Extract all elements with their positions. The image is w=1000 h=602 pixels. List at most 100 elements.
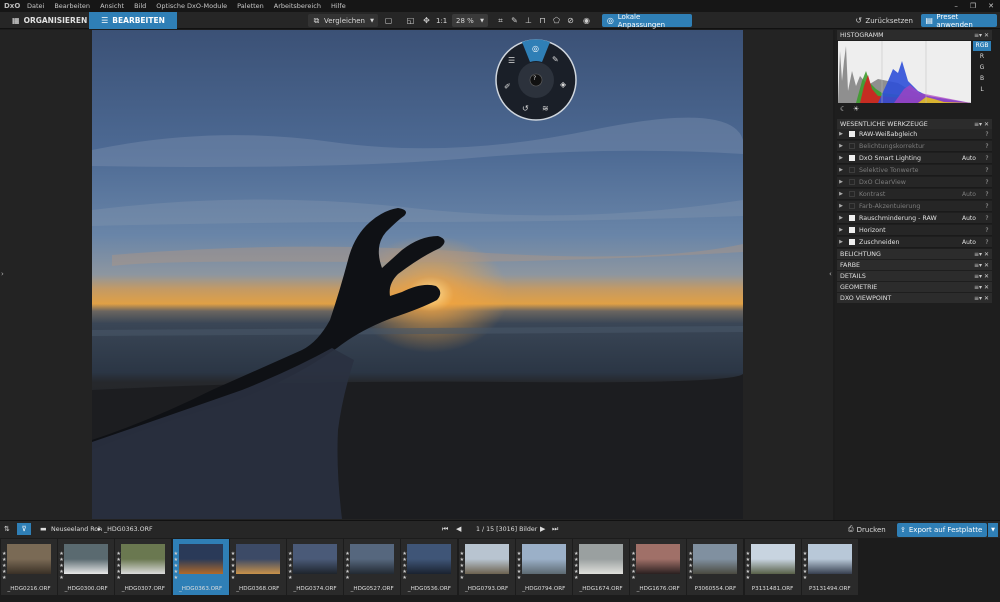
tab-organize[interactable]: ▦ ORGANISIEREN (4, 12, 88, 29)
filmstrip-thumbnail[interactable]: ★ ★ ★ ★ ★ _HDG0300.ORF (58, 539, 115, 595)
tool-raw-white-balance[interactable]: ▶ RAW-Weißabgleich? (837, 129, 992, 140)
palette-color[interactable]: FARBE ≡▾ ✕ (837, 260, 992, 270)
channel-r[interactable]: R (973, 52, 991, 62)
channel-rgb[interactable]: RGB (973, 41, 991, 51)
mask-icon[interactable]: ◎ (532, 44, 539, 53)
local-adjustments-wheel[interactable]: ? ◎ ☰ ✎ ✐ ◈ ↺ ≋ (494, 38, 578, 122)
picker-tool-button[interactable]: ✎ (510, 14, 519, 27)
folder-path[interactable]: Neuseeland Roh (51, 526, 102, 533)
restore-icon[interactable]: ❐ (970, 2, 976, 10)
zoom-1to1-button[interactable]: 1:1 (436, 14, 447, 27)
menu-hilfe[interactable]: Hilfe (326, 2, 351, 10)
tool-enable-checkbox[interactable] (849, 167, 855, 173)
menu-optische-module[interactable]: Optische DxO-Module (151, 2, 232, 10)
panel-controls-icon[interactable]: ≡▾ ✕ (974, 32, 989, 39)
prev-image-icon[interactable]: ◀ (456, 525, 461, 533)
print-button[interactable]: ⎙ Drucken (848, 523, 886, 536)
expand-icon[interactable]: ▶ (837, 191, 845, 197)
menu-paletten[interactable]: Paletten (232, 2, 269, 10)
panel-controls-icon[interactable]: ≡▾ ✕ (974, 251, 989, 258)
panel-controls-icon[interactable]: ≡▾ ✕ (974, 295, 989, 302)
tool-smart-lighting[interactable]: ▶ DxO Smart Lighting Auto? (837, 153, 992, 164)
crop-tool-button[interactable]: ⌗ (496, 14, 505, 27)
left-panel-toggle-icon[interactable]: › (1, 270, 4, 278)
menu-bearbeiten[interactable]: Bearbeiten (49, 2, 95, 10)
tool-enable-checkbox[interactable] (849, 203, 855, 209)
help-icon[interactable]: ? (982, 179, 992, 186)
export-button[interactable]: ⇪ Export auf Festplatte (897, 523, 987, 537)
panel-controls-icon[interactable]: ≡▾ ✕ (974, 121, 989, 128)
close-icon[interactable]: ✕ (988, 2, 994, 10)
channel-b[interactable]: B (973, 74, 991, 84)
panel-controls-icon[interactable]: ≡▾ ✕ (974, 262, 989, 269)
expand-icon[interactable]: ▶ (837, 227, 845, 233)
help-icon[interactable]: ? (982, 131, 992, 138)
menu-arbeitsbereich[interactable]: Arbeitsbereich (269, 2, 326, 10)
filmstrip-thumbnail[interactable]: ★ ★ ★ ★ ★ P3131481.ORF (744, 539, 801, 595)
tool-enable-checkbox[interactable] (849, 179, 855, 185)
histogram-header[interactable]: HISTOGRAMM ≡▾ ✕ (837, 30, 992, 40)
tool-enable-checkbox[interactable] (849, 143, 855, 149)
filmstrip-thumbnail[interactable]: ★ ★ ★ ★ ★ _HDG1674.ORF (573, 539, 629, 595)
volume-tool-button[interactable]: ⬠ (552, 14, 561, 27)
last-image-icon[interactable]: ⏭ (552, 525, 558, 534)
preview-button[interactable]: ◉ (582, 14, 591, 27)
tool-auto[interactable]: Auto (962, 239, 982, 246)
palette-details[interactable]: DETAILS ≡▾ ✕ (837, 271, 992, 281)
help-icon[interactable]: ? (982, 239, 992, 246)
panel-controls-icon[interactable]: ≡▾ ✕ (974, 284, 989, 291)
undo-icon[interactable]: ↺ (522, 104, 529, 113)
tool-enable-checkbox[interactable] (849, 191, 855, 197)
next-image-icon[interactable]: ▶ (540, 525, 545, 533)
horizon-tool-button[interactable]: ⊥ (524, 14, 533, 27)
filmstrip-thumbnail[interactable]: ★ ★ ★ ★ ★ _HDG0794.ORF (515, 539, 572, 595)
tab-edit[interactable]: ☰ BEARBEITEN (89, 12, 177, 29)
help-icon[interactable]: ? (982, 203, 992, 210)
tool-contrast[interactable]: ▶ Kontrast Auto? (837, 189, 992, 200)
tool-crop[interactable]: ▶ Zuschneiden Auto? (837, 237, 992, 248)
help-icon[interactable]: ? (533, 75, 536, 82)
tool-clearview[interactable]: ▶ DxO ClearView? (837, 177, 992, 188)
tool-enable-checkbox[interactable] (849, 239, 855, 245)
eraser-icon[interactable]: ◈ (560, 80, 566, 89)
highlight-clip-icon[interactable]: ☀ (853, 105, 859, 113)
local-adjustments-button[interactable]: ◎ Lokale Anpassungen (602, 13, 692, 29)
tool-color-accent[interactable]: ▶ Farb-Akzentuierung? (837, 201, 992, 212)
layers-icon[interactable]: ≋ (542, 104, 549, 113)
menu-ansicht[interactable]: Ansicht (95, 2, 129, 10)
brush-icon[interactable]: ✐ (504, 82, 511, 91)
palette-geometry[interactable]: GEOMETRIE ≡▾ ✕ (837, 282, 992, 292)
help-icon[interactable]: ? (982, 227, 992, 234)
tool-auto[interactable]: Auto (962, 191, 982, 198)
help-icon[interactable]: ? (982, 167, 992, 174)
tool-noise-reduction[interactable]: ▶ Rauschminderung - RAW Auto? (837, 213, 992, 224)
tool-horizon[interactable]: ▶ Horizont? (837, 225, 992, 236)
perspective-tool-button[interactable]: ⊓ (538, 14, 547, 27)
channel-g[interactable]: G (973, 63, 991, 73)
repair-tool-button[interactable]: ⊘ (566, 14, 575, 27)
expand-icon[interactable]: ▶ (837, 155, 845, 161)
sort-icon[interactable]: ⇅ (4, 525, 10, 533)
gradient-icon[interactable]: ☰ (508, 56, 515, 65)
main-photo[interactable] (92, 30, 743, 519)
tool-enable-checkbox[interactable] (849, 215, 855, 221)
tool-auto[interactable]: Auto (962, 215, 982, 222)
fit-screen-button[interactable]: ◱ (406, 14, 415, 27)
expand-icon[interactable]: ▶ (837, 131, 845, 137)
tool-auto[interactable]: Auto (962, 155, 982, 162)
first-image-icon[interactable]: ⏮ (442, 525, 448, 534)
compare-button[interactable]: ⧉ Vergleichen ▼ (308, 14, 378, 27)
split-view-button[interactable]: ▢ (384, 14, 393, 27)
minimize-icon[interactable]: – (954, 2, 958, 10)
filmstrip-thumbnail[interactable]: ★ ★ ★ ★ ★ _HDG0374.ORF (287, 539, 343, 595)
filter-icon[interactable]: ⊽ (17, 523, 31, 535)
palette-exposure[interactable]: BELICHTUNG ≡▾ ✕ (837, 249, 992, 259)
essential-tools-header[interactable]: WESENTLICHE WERKZEUGE ≡▾ ✕ (837, 119, 992, 129)
filmstrip-thumbnail[interactable]: ★ ★ ★ ★ ★ _HDG0363.ORF (172, 539, 229, 595)
filmstrip-thumbnail[interactable]: ★ ★ ★ ★ ★ _HDG1676.ORF (630, 539, 687, 595)
filmstrip-thumbnail[interactable]: ★ ★ ★ ★ ★ _HDG0527.ORF (344, 539, 401, 595)
filmstrip-thumbnail[interactable]: ★ ★ ★ ★ ★ _HDG0793.ORF (458, 539, 515, 595)
tool-selective-tones[interactable]: ▶ Selektive Tonwerte? (837, 165, 992, 176)
filmstrip-thumbnail[interactable]: ★ ★ ★ ★ ★ _HDG0307.ORF (115, 539, 172, 595)
expand-icon[interactable]: ▶ (837, 143, 845, 149)
